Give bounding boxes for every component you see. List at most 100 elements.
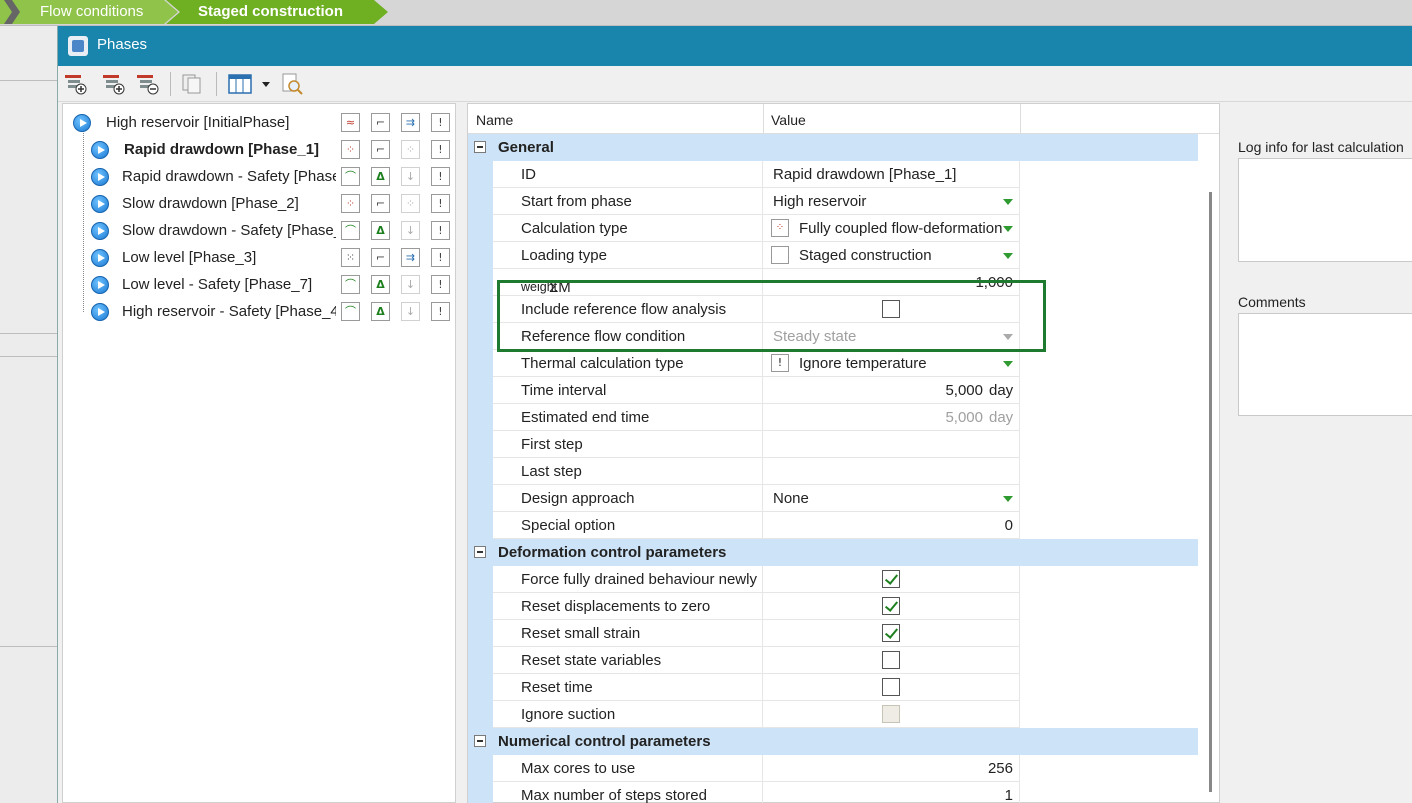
section-numerical-control[interactable]: Numerical control parameters <box>468 728 1198 755</box>
tree-item-phase[interactable]: High reservoir [InitialPhase] ≈ ⌐ ⇉ ! <box>63 110 455 136</box>
property-row-id[interactable]: ID Rapid drawdown [Phase_1] <box>468 161 1198 188</box>
coupled-flow-icon: ⁘ <box>771 219 789 237</box>
delete-phase-button[interactable] <box>136 72 160 96</box>
property-row-reference-flow-condition[interactable]: Reference flow condition Steady state <box>468 323 1198 350</box>
id-field[interactable]: Rapid drawdown [Phase_1] <box>763 161 1020 188</box>
max-steps-stored-field[interactable]: 1 <box>763 782 1020 803</box>
property-label: Special option <box>521 517 616 534</box>
property-row-include-reference-flow[interactable]: Include reference flow analysis <box>468 296 1198 323</box>
column-header-name[interactable]: Name <box>476 112 513 128</box>
collapse-icon[interactable] <box>474 735 486 747</box>
column-divider[interactable] <box>763 104 764 134</box>
property-row-special-option[interactable]: Special option 0 <box>468 512 1198 539</box>
row-gutter <box>468 269 493 296</box>
property-value: Rapid drawdown [Phase_1] <box>773 166 957 183</box>
property-row-force-drained[interactable]: Force fully drained behaviour newly a <box>468 566 1198 593</box>
special-option-field[interactable]: 0 <box>763 512 1020 539</box>
tree-item-phase[interactable]: Rapid drawdown - Safety [Phase ⌒ Δ ↓ ! <box>63 164 455 190</box>
copy-icon[interactable] <box>180 72 204 96</box>
tree-item-phase[interactable]: Low level - Safety [Phase_7] ⌒ Δ ↓ ! <box>63 272 455 298</box>
tab-flow-conditions[interactable]: Flow conditions <box>0 0 178 24</box>
tree-item-phase[interactable]: Rapid drawdown [Phase_1] ⁘ ⌐ ⁘ ! <box>63 137 455 163</box>
workflow-breadcrumb: Flow conditions Staged construction <box>0 0 1412 26</box>
collapse-icon[interactable] <box>474 546 486 558</box>
dropdown-arrow-icon[interactable] <box>1003 199 1013 205</box>
section-deformation-control[interactable]: Deformation control parameters <box>468 539 1198 566</box>
calculation-type-dropdown[interactable]: ⁘ Fully coupled flow-deformation <box>763 215 1020 242</box>
loading-type-dropdown[interactable]: Staged construction <box>763 242 1020 269</box>
reference-flow-condition-dropdown[interactable]: Steady state <box>763 323 1020 350</box>
property-row-reset-time[interactable]: Reset time <box>468 674 1198 701</box>
section-general[interactable]: General <box>468 134 1198 161</box>
dropdown-arrow-icon[interactable] <box>1003 361 1013 367</box>
phase-properties-grid: Name Value General ID Rapid drawdown [Ph… <box>467 103 1220 803</box>
property-name: Force fully drained behaviour newly a <box>493 566 763 593</box>
property-row-last-step[interactable]: Last step <box>468 458 1198 485</box>
property-row-ignore-suction[interactable]: Ignore suction <box>468 701 1198 728</box>
tree-item-phase[interactable]: High reservoir - Safety [Phase_4 ⌒ Δ ↓ ! <box>63 299 455 325</box>
safety-curve-icon: ⌒ <box>341 221 360 240</box>
tree-item-phase[interactable]: Low level [Phase_3] ⁙ ⌐ ⇉ ! <box>63 245 455 271</box>
ignore-suction-checkbox <box>882 705 900 723</box>
property-row-max-cores[interactable]: Max cores to use 256 <box>468 755 1198 782</box>
force-drained-checkbox[interactable] <box>882 570 900 588</box>
property-row-max-steps-stored[interactable]: Max number of steps stored 1 <box>468 782 1198 803</box>
columns-view-icon[interactable] <box>228 72 252 96</box>
pane-splitter[interactable] <box>458 103 466 803</box>
column-divider[interactable] <box>1020 104 1021 134</box>
property-row-sum-m-weight[interactable]: ΣM weight 1,000 <box>468 269 1198 296</box>
reset-time-checkbox[interactable] <box>882 678 900 696</box>
dropdown-arrow-icon[interactable] <box>1003 334 1013 340</box>
tree-item-phase[interactable]: Slow drawdown - Safety [Phase_ ⌒ Δ ↓ ! <box>63 218 455 244</box>
divider <box>0 356 57 357</box>
reset-displacements-checkbox[interactable] <box>882 597 900 615</box>
property-row-time-interval[interactable]: Time interval 5,000 day <box>468 377 1198 404</box>
property-row-first-step[interactable]: First step <box>468 431 1198 458</box>
property-row-reset-state-variables[interactable]: Reset state variables <box>468 647 1198 674</box>
property-row-loading-type[interactable]: Loading type Staged construction <box>468 242 1198 269</box>
chevron-down-icon[interactable] <box>254 72 270 96</box>
force-drained-cell <box>763 566 1020 593</box>
property-row-design-approach[interactable]: Design approach None <box>468 485 1198 512</box>
collapse-icon[interactable] <box>474 141 486 153</box>
property-row-thermal-calculation-type[interactable]: Thermal calculation type ! Ignore tempera… <box>468 350 1198 377</box>
property-name: Max number of steps stored <box>493 782 763 803</box>
property-row-estimated-end-time[interactable]: Estimated end time 5,000 day <box>468 404 1198 431</box>
property-name: Reference flow condition <box>493 323 763 350</box>
property-row-reset-small-strain[interactable]: Reset small strain <box>468 620 1198 647</box>
tree-item-phase[interactable]: Slow drawdown [Phase_2] ⁘ ⌐ ⁘ ! <box>63 191 455 217</box>
first-step-field[interactable] <box>763 431 1020 458</box>
property-row-calculation-type[interactable]: Calculation type ⁘ Fully coupled flow-def… <box>468 215 1198 242</box>
include-reference-flow-checkbox[interactable] <box>882 300 900 318</box>
property-value: 5,000 <box>945 409 983 426</box>
preview-icon[interactable] <box>280 72 304 96</box>
toolbar-separator <box>216 72 217 96</box>
last-step-field[interactable] <box>763 458 1020 485</box>
thermal-calculation-type-dropdown[interactable]: ! Ignore temperature <box>763 350 1020 377</box>
reset-small-strain-checkbox[interactable] <box>882 624 900 642</box>
sum-m-weight-field[interactable]: 1,000 <box>763 269 1020 296</box>
dropdown-arrow-icon[interactable] <box>1003 253 1013 259</box>
start-from-phase-dropdown[interactable]: High reservoir <box>763 188 1020 215</box>
dropdown-arrow-icon[interactable] <box>1003 496 1013 502</box>
property-label: Estimated end time <box>521 409 650 426</box>
divider <box>0 646 57 647</box>
add-phase-button[interactable] <box>64 72 88 96</box>
phase-play-icon <box>91 303 109 321</box>
right-panel: Log info for last calculation Comments <box>1228 103 1412 803</box>
vertical-scrollbar[interactable] <box>1209 192 1212 792</box>
comments-box[interactable] <box>1238 313 1412 416</box>
design-approach-dropdown[interactable]: None <box>763 485 1020 512</box>
thermal-icon: ! <box>431 275 450 294</box>
tab-staged-construction[interactable]: Staged construction <box>166 0 388 24</box>
dropdown-arrow-icon[interactable] <box>1003 226 1013 232</box>
insert-phase-button[interactable] <box>102 72 126 96</box>
property-row-start-from-phase[interactable]: Start from phase High reservoir <box>468 188 1198 215</box>
time-interval-field[interactable]: 5,000 day <box>763 377 1020 404</box>
reset-state-variables-checkbox[interactable] <box>882 651 900 669</box>
column-header-value[interactable]: Value <box>771 112 806 128</box>
phase-status-icons: ⌒ Δ ↓ ! <box>341 167 453 187</box>
max-cores-field[interactable]: 256 <box>763 755 1020 782</box>
property-row-reset-displacements[interactable]: Reset displacements to zero <box>468 593 1198 620</box>
log-info-group: Log info for last calculation <box>1238 139 1412 264</box>
